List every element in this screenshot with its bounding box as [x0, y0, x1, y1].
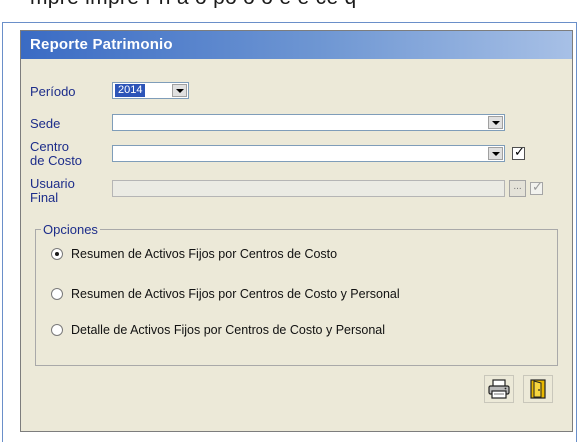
printer-icon	[488, 379, 510, 399]
usuario-label-line2: Final	[30, 190, 59, 205]
chevron-down-icon[interactable]	[172, 84, 187, 97]
radio-selected-dot	[55, 252, 59, 256]
centro-label-line1: Centro	[30, 139, 70, 154]
chevron-down-icon[interactable]	[488, 147, 503, 160]
window-title: Reporte Patrimonio	[30, 36, 173, 53]
title-bar[interactable]: Reporte Patrimonio	[21, 31, 572, 59]
sede-select[interactable]	[112, 114, 505, 131]
periodo-select[interactable]: 2014	[112, 82, 189, 99]
opciones-title: Opciones	[41, 222, 100, 237]
sede-label: Sede	[30, 116, 61, 131]
exit-button[interactable]	[523, 375, 553, 403]
usuario-final-checkbox[interactable]: ✓	[530, 179, 543, 195]
radio-button[interactable]	[51, 288, 63, 300]
centro-label-line2: de Costo	[30, 153, 83, 168]
radio-button[interactable]	[51, 248, 63, 260]
option-label-1: Resumen de Activos Fijos por Centros de …	[71, 247, 338, 261]
exit-door-icon	[530, 379, 546, 399]
checkmark-icon: ✓	[514, 144, 525, 159]
checkmark-icon: ✓	[532, 179, 543, 194]
chevron-down-icon[interactable]	[488, 116, 503, 129]
periodo-value: 2014	[115, 84, 146, 97]
cropped-text-fragment: mpre impre r n a o po o o e e ce q	[30, 0, 550, 8]
print-button[interactable]	[484, 375, 514, 403]
browse-button[interactable]: ...	[509, 180, 526, 197]
usuario-final-field[interactable]	[112, 180, 505, 197]
option-label-2: Resumen de Activos Fijos por Centros de …	[71, 287, 400, 301]
option-label-3: Detalle de Activos Fijos por Centros de …	[71, 323, 386, 337]
report-dialog: Reporte Patrimonio Período 2014 Sede Cen…	[20, 30, 573, 432]
usuario-label-line1: Usuario	[30, 176, 75, 191]
centro-costo-checkbox[interactable]: ✓	[512, 144, 525, 160]
radio-button[interactable]	[51, 324, 63, 336]
periodo-label: Período	[30, 84, 76, 99]
centro-costo-select[interactable]	[112, 145, 505, 162]
